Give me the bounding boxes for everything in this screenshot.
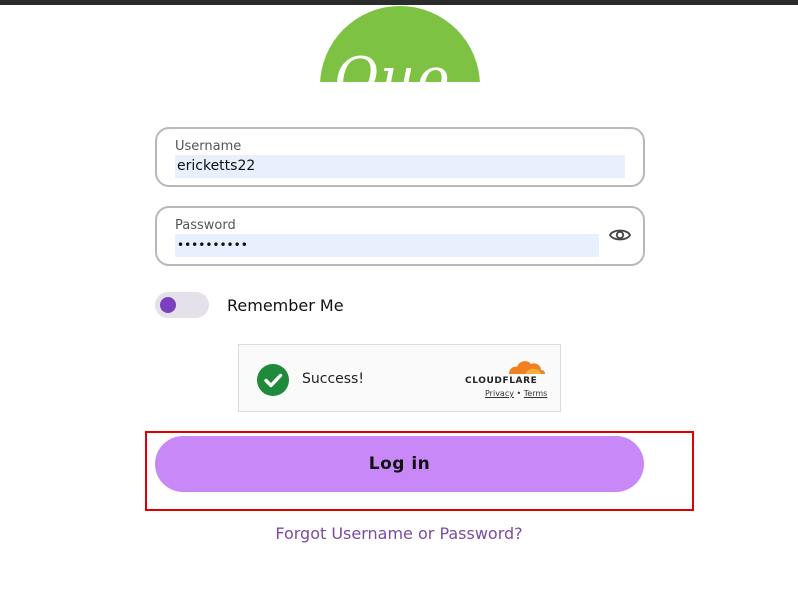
forgot-credentials-link[interactable]: Forgot Username or Password? — [0, 524, 798, 543]
cloudflare-logo: CLOUDFLARE Privacy • Terms — [465, 357, 549, 401]
login-button[interactable]: Log in — [155, 436, 644, 492]
brand-logo: Quo — [320, 6, 480, 82]
password-label: Password — [175, 218, 236, 233]
eye-icon[interactable] — [608, 226, 632, 244]
captcha-links: Privacy • Terms — [485, 389, 547, 398]
links-separator: • — [516, 389, 522, 398]
terms-link[interactable]: Terms — [524, 389, 548, 398]
cloudflare-wordmark: CLOUDFLARE — [465, 376, 538, 386]
cloudflare-captcha[interactable]: Success! CLOUDFLARE Privacy • Terms — [238, 344, 561, 412]
privacy-link[interactable]: Privacy — [485, 389, 514, 398]
username-field[interactable]: Username ericketts22 — [155, 127, 645, 187]
toggle-knob — [160, 297, 176, 313]
username-label: Username — [175, 139, 242, 154]
top-bar — [0, 0, 798, 5]
username-input[interactable]: ericketts22 — [175, 155, 625, 178]
remember-me-toggle[interactable] — [155, 292, 209, 318]
password-input[interactable]: •••••••••• — [175, 234, 599, 257]
logo-text: Quo — [334, 46, 452, 82]
success-check-icon — [257, 364, 289, 396]
password-field[interactable]: Password •••••••••• — [155, 206, 645, 266]
captcha-status: Success! — [302, 371, 364, 387]
remember-me-label[interactable]: Remember Me — [227, 296, 344, 315]
